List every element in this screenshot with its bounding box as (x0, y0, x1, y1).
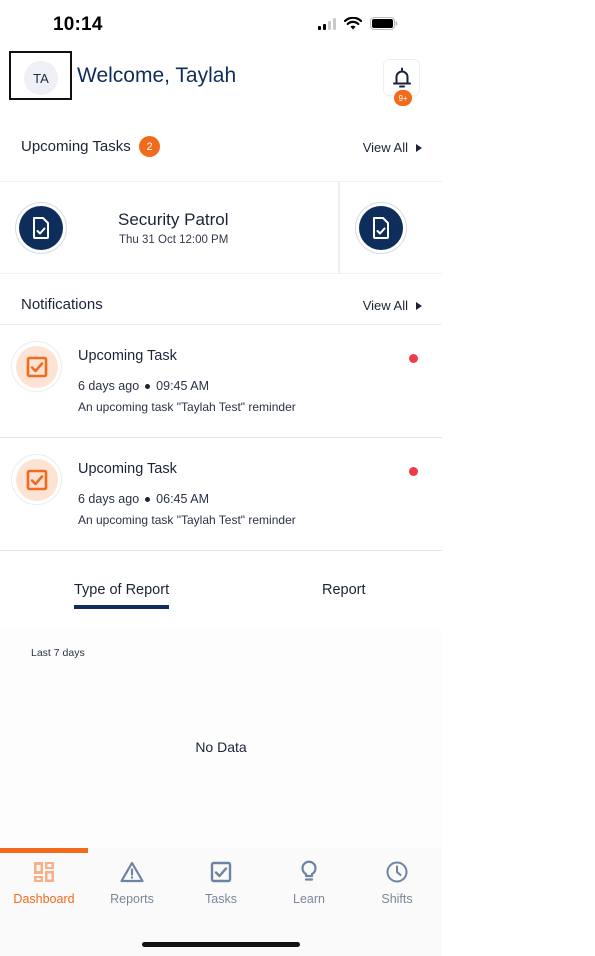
notification-item[interactable]: Upcoming Task 6 days ago 09:45 AM An upc… (0, 325, 442, 438)
notification-title: Upcoming Task (78, 348, 177, 364)
dashboard-screen: 10:14 TA Welcome, Taylah 9+ Upcoming Tas… (0, 0, 442, 956)
notification-item[interactable]: Upcoming Task 6 days ago 06:45 AM An upc… (0, 438, 442, 551)
notification-icon-container (11, 341, 62, 392)
notification-count-badge: 9+ (394, 90, 412, 106)
play-arrow-icon (416, 143, 422, 152)
report-tabs: Type of Report Report (0, 570, 442, 615)
notifications-header: Notifications View All (0, 290, 442, 320)
notification-ago: 6 days ago (78, 379, 140, 393)
task-card[interactable] (339, 182, 442, 273)
tab-reports[interactable]: Reports (88, 860, 176, 910)
view-all-label: View All (362, 140, 408, 155)
notification-title: Upcoming Task (78, 461, 177, 477)
status-bar: 10:14 (0, 0, 442, 48)
separator-dot (145, 383, 151, 389)
task-icon-container (355, 202, 407, 254)
tab-label: Reports (110, 892, 154, 906)
avatar: TA (24, 61, 58, 95)
notification-body: An upcoming task "Taylah Test" reminder (78, 400, 296, 414)
upcoming-tasks-view-all-link[interactable]: View All (363, 140, 422, 155)
status-icons (318, 17, 398, 30)
notification-time: 09:45 AM (156, 379, 209, 393)
wifi-icon (344, 17, 362, 30)
home-indicator[interactable] (142, 942, 300, 947)
document-check-icon (359, 206, 403, 250)
separator-dot (145, 496, 151, 502)
status-time: 10:14 (53, 14, 103, 35)
notification-time: 06:45 AM (156, 492, 209, 506)
tab-dashboard[interactable]: Dashboard (0, 860, 88, 910)
tab-learn[interactable]: Learn (265, 860, 353, 910)
notification-meta: 6 days ago 06:45 AM (78, 492, 209, 506)
checkbox-icon (209, 860, 233, 884)
task-icon-container (15, 202, 67, 254)
tab-label: Dashboard (13, 892, 75, 906)
tab-label: Tasks (205, 892, 237, 906)
tab-label: Learn (293, 892, 325, 906)
bottom-tab-bar: Dashboard Reports Tasks Learn Shifts (0, 848, 442, 956)
notifications-view-all-link[interactable]: View All (363, 298, 422, 313)
checkbox-icon (15, 458, 58, 501)
tab-label: Shifts (381, 892, 413, 906)
active-tab-indicator (0, 848, 88, 853)
upcoming-tasks-title: Upcoming Tasks (21, 138, 131, 155)
tab-tasks[interactable]: Tasks (177, 860, 265, 910)
upcoming-tasks-header: Upcoming Tasks 2 View All (0, 132, 442, 162)
warning-triangle-icon (120, 860, 144, 884)
tab-report[interactable]: Report (322, 582, 366, 598)
task-card[interactable]: Security Patrol Thu 31 Oct 12:00 PM (0, 182, 339, 273)
unread-indicator (409, 354, 418, 363)
notification-meta: 6 days ago 09:45 AM (78, 379, 209, 393)
welcome-title: Welcome, Taylah (77, 64, 237, 87)
battery-icon (370, 17, 398, 30)
dashboard-icon (32, 860, 56, 884)
notification-list: Upcoming Task 6 days ago 09:45 AM An upc… (0, 324, 442, 551)
notification-icon-container (11, 454, 62, 505)
task-title: Security Patrol (118, 210, 229, 229)
view-all-label: View All (362, 298, 408, 313)
lightbulb-icon (297, 860, 321, 884)
document-check-icon (19, 206, 63, 250)
avatar-button[interactable]: TA (9, 51, 72, 100)
notifications-title: Notifications (21, 296, 103, 313)
task-datetime: Thu 31 Oct 12:00 PM (119, 234, 229, 246)
checkbox-icon (15, 345, 58, 388)
date-range-label: Last 7 days (31, 647, 85, 659)
unread-indicator (409, 467, 418, 476)
tab-type-of-report[interactable]: Type of Report (74, 582, 170, 609)
tab-shifts[interactable]: Shifts (353, 860, 441, 910)
empty-state-text: No Data (195, 739, 247, 755)
bell-icon (392, 67, 411, 87)
upcoming-tasks-count-badge: 2 (139, 136, 160, 157)
upcoming-tasks-carousel[interactable]: Security Patrol Thu 31 Oct 12:00 PM (0, 181, 442, 274)
clock-icon (385, 860, 409, 884)
notification-ago: 6 days ago (78, 492, 140, 506)
cellular-signal-icon (318, 17, 336, 30)
notification-body: An upcoming task "Taylah Test" reminder (78, 513, 296, 527)
play-arrow-icon (416, 301, 422, 310)
